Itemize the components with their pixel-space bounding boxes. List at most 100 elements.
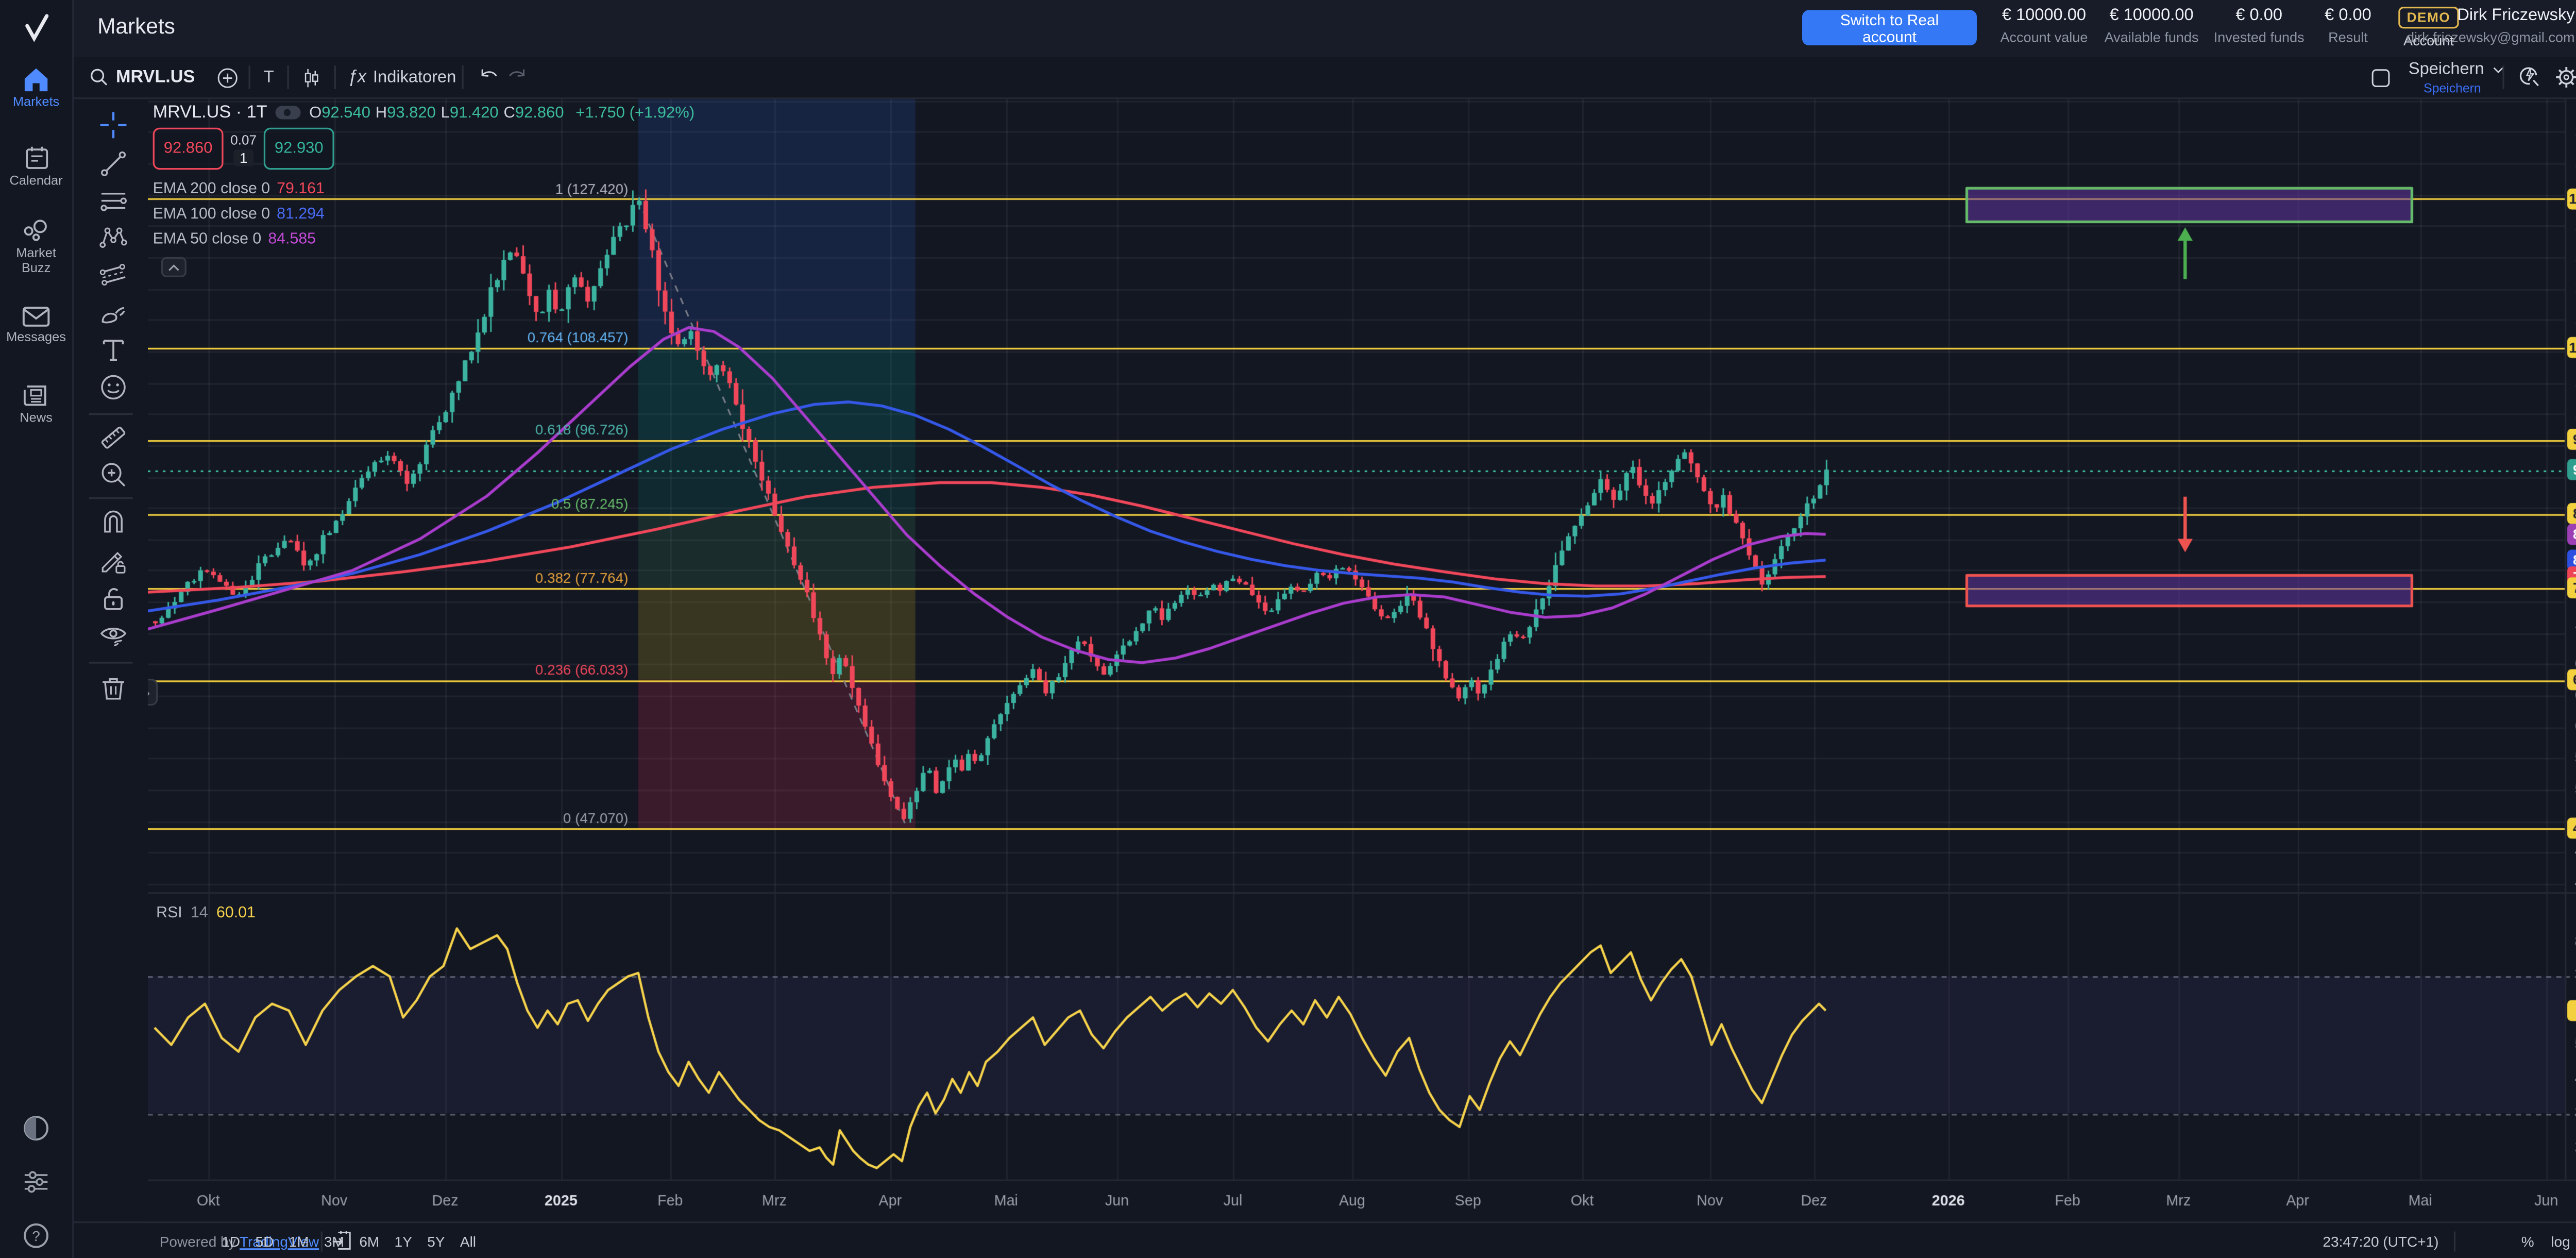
hide-drawings-tool[interactable]	[99, 622, 127, 650]
redo-icon	[505, 67, 527, 87]
spread-value: 0.07	[230, 132, 257, 147]
quantity-value[interactable]: 1	[233, 149, 255, 166]
goto-date-icon	[331, 1229, 352, 1251]
brand-logo[interactable]	[0, 0, 72, 57]
help-button[interactable]: ?	[0, 1221, 72, 1250]
flash-search-icon	[2518, 65, 2541, 89]
emoji-tool[interactable]	[99, 373, 127, 401]
metric-account-value: € 10000.00 Account value	[1995, 7, 2093, 45]
compare-add-button[interactable]	[217, 57, 239, 97]
remove-drawings-tool[interactable]	[99, 674, 127, 702]
range-6m[interactable]: 6M	[359, 1233, 379, 1250]
legend-collapse-button[interactable]	[161, 257, 187, 277]
order-widget: 92.860 0.07 1 92.930	[153, 128, 334, 170]
save-layout-button[interactable]: Speichern	[2409, 60, 2506, 79]
horizontal-lines-tool[interactable]	[99, 187, 127, 215]
legend-ohlc: O92.540 H93.820 L91.420 C92.860	[309, 103, 564, 122]
symbol-label: MRVL.US	[116, 67, 195, 87]
ruler-tool[interactable]	[99, 424, 127, 452]
zoom-in-tool[interactable]	[99, 460, 127, 489]
bottom-toolbar: Powered by TradingView 1D 5D 1M 3M 6M 1Y…	[72, 1221, 2576, 1258]
sidebar-item-market-buzz[interactable]: Market Buzz	[0, 219, 72, 276]
sidebar-item-news[interactable]: News	[0, 383, 72, 426]
gear-icon	[2554, 65, 2576, 89]
preferences-button[interactable]	[0, 1169, 72, 1195]
calendar-icon	[23, 144, 49, 171]
sidebar-item-calendar[interactable]: Calendar	[0, 144, 72, 189]
app-sidebar: Markets Calendar Market Buzz	[0, 0, 74, 1258]
fx-icon: ƒx	[348, 67, 366, 87]
spread-widget: 0.07 1	[224, 128, 264, 170]
switch-to-real-button[interactable]: Switch to Real account	[1802, 10, 1977, 45]
buy-button[interactable]: 92.930	[264, 128, 334, 170]
metric-available-funds: € 10000.00 Available funds	[2099, 7, 2204, 45]
indicators-button[interactable]: ƒx Indikatoren	[348, 57, 456, 97]
undo-button[interactable]	[479, 57, 500, 97]
settings-button[interactable]	[2554, 57, 2576, 97]
text-tool[interactable]	[99, 336, 127, 364]
home-icon	[22, 67, 50, 92]
goto-date-button[interactable]	[331, 1229, 352, 1251]
search-icon	[89, 67, 109, 87]
chart-legend: MRVL.US · 1T O92.540 H93.820 L91.420 C92…	[153, 103, 695, 123]
metric-invested-funds: € 0.00 Invested funds	[2210, 7, 2308, 45]
top-bar: Markets Switch to Real account € 10000.0…	[72, 0, 2576, 59]
page-title: Markets	[97, 13, 175, 39]
interval-button[interactable]: T	[264, 57, 274, 97]
trading-app: Markets Calendar Market Buzz	[0, 0, 2576, 1258]
crosshair-tool[interactable]	[99, 111, 127, 139]
quick-search-button[interactable]	[2518, 57, 2541, 97]
layout-square-icon	[2370, 66, 2392, 88]
metric-result: € 0.00 Result	[2318, 7, 2378, 45]
range-5y[interactable]: 5Y	[427, 1233, 445, 1250]
range-1m[interactable]: 1M	[289, 1233, 309, 1250]
scale-options: % log auto	[2521, 1233, 2576, 1250]
redo-button[interactable]	[505, 57, 527, 97]
envelope-icon	[22, 306, 50, 327]
svg-text:?: ?	[32, 1228, 40, 1244]
legend-row: MRVL.US · 1T O92.540 H93.820 L91.420 C92…	[153, 103, 695, 123]
chart-canvas[interactable]	[148, 97, 2576, 1221]
range-1y[interactable]: 1Y	[395, 1233, 412, 1250]
user-name: Dirk Friczewsky	[2406, 7, 2575, 25]
trend-line-tool[interactable]	[99, 149, 127, 178]
theme-toggle-icon	[22, 1114, 50, 1142]
range-1d[interactable]: 1D	[222, 1233, 240, 1250]
indicator-row-ema50[interactable]: EMA 50 close 0 84.585	[153, 230, 316, 247]
bubbles-icon	[22, 219, 50, 244]
symbol-search[interactable]: MRVL.US	[89, 57, 195, 97]
edit-lock-tool[interactable]	[99, 548, 127, 576]
lock-all-tool[interactable]	[99, 584, 127, 613]
plus-circle-icon	[217, 66, 239, 88]
legend-symbol[interactable]: MRVL.US · 1T	[153, 103, 267, 123]
xabcd-pattern-tool[interactable]	[99, 224, 127, 252]
log-scale-button[interactable]: log	[2551, 1233, 2570, 1250]
save-sublabel: Speichern	[2424, 80, 2481, 95]
newspaper-icon	[22, 383, 50, 408]
indicator-row-ema100[interactable]: EMA 100 close 0 81.294	[153, 205, 325, 222]
parallel-channel-tool[interactable]	[99, 260, 127, 289]
legend-change: +1.750 (+1.92%)	[575, 103, 694, 122]
sell-button[interactable]: 92.860	[153, 128, 224, 170]
sidebar-item-markets[interactable]: Markets	[0, 67, 72, 110]
user-info[interactable]: Dirk Friczewsky dirk.friczewsky@gmail.co…	[2406, 7, 2575, 44]
sidebar-item-messages[interactable]: Messages	[0, 306, 72, 345]
layout-button[interactable]	[2370, 57, 2392, 97]
drawing-toolbar	[72, 97, 148, 1221]
brush-tool[interactable]	[99, 299, 127, 327]
chart-toolbar: MRVL.US T ƒx Indikatoren	[72, 57, 2576, 99]
range-5d[interactable]: 5D	[256, 1233, 274, 1250]
chart-type-button[interactable]	[301, 57, 323, 97]
percent-scale-button[interactable]: %	[2521, 1233, 2534, 1250]
rsi-legend[interactable]: RSI 14 60.01	[156, 904, 256, 921]
chevron-up-icon	[168, 263, 180, 271]
magnet-tool[interactable]	[99, 509, 127, 538]
indicator-row-ema200[interactable]: EMA 200 close 0 79.161	[153, 180, 325, 197]
user-email: dirk.friczewsky@gmail.com	[2406, 28, 2575, 45]
legend-visibility-toggle[interactable]	[276, 106, 301, 119]
theme-toggle-button[interactable]	[0, 1114, 72, 1142]
range-all[interactable]: All	[460, 1233, 476, 1250]
undo-icon	[479, 67, 500, 87]
clock[interactable]: 23:47:20 (UTC+1)	[2323, 1233, 2438, 1250]
sliders-icon	[22, 1169, 50, 1195]
